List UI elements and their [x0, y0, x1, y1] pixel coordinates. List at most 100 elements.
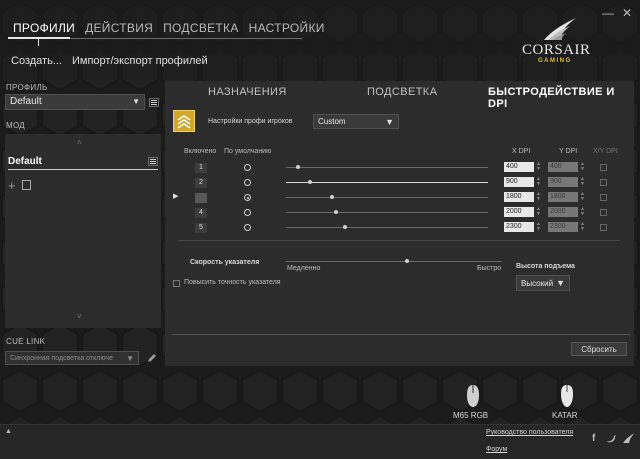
x-dpi-input[interactable]: 1800	[504, 192, 534, 202]
minimize-icon[interactable]: —	[602, 6, 614, 20]
close-icon[interactable]: ✕	[622, 6, 632, 20]
divider	[178, 240, 620, 241]
xy-dpi-checkbox[interactable]	[600, 224, 607, 231]
lift-height-value: Высокий	[521, 279, 554, 288]
dpi-slider-track[interactable]	[286, 197, 488, 198]
pointer-speed-min-label: Медленно	[287, 265, 321, 272]
xy-dpi-checkbox[interactable]	[600, 209, 607, 216]
add-mode-icon[interactable]: +	[8, 178, 16, 193]
cue-link-select[interactable]: Синхронная подсветка отключе ▼	[5, 351, 139, 365]
dpi-slider-track[interactable]	[286, 182, 488, 183]
pointer-speed-max-label: Быстро	[477, 265, 502, 272]
col-default-header: По умолчанию	[224, 148, 272, 155]
col-xdpi-header: X DPI	[512, 148, 531, 155]
corsair-sails-icon[interactable]	[622, 432, 636, 444]
subtab-performance-dpi[interactable]: БЫСТРОДЕЙСТВИЕ И DPI	[488, 86, 634, 110]
profile-select[interactable]: Default ▼	[5, 94, 145, 110]
dpi-slider-track[interactable]	[286, 212, 488, 213]
mode-item-underline	[8, 169, 158, 170]
dpi-slider-track[interactable]	[286, 167, 488, 168]
facebook-icon[interactable]: f	[592, 433, 595, 444]
xy-dpi-checkbox[interactable]	[600, 194, 607, 201]
active-tab-pointer	[38, 38, 39, 46]
x-dpi-stepper-icon[interactable]: ▲ ▼	[536, 162, 541, 172]
xy-dpi-checkbox[interactable]	[600, 179, 607, 186]
gamer-settings-select[interactable]: Custom ▼	[313, 114, 399, 129]
enhance-precision-checkbox[interactable]	[173, 280, 180, 287]
dpi-stage-number: 3	[195, 193, 207, 203]
tab-profiles[interactable]: ПРОФИЛИ	[8, 19, 81, 39]
cue-link-label: CUE LINK	[6, 337, 46, 346]
device-katar-label: KATAR	[552, 411, 578, 420]
x-dpi-stepper-icon[interactable]: ▲ ▼	[536, 207, 541, 217]
active-stage-arrow-icon: ▶	[173, 193, 179, 200]
tab-actions[interactable]: ДЕЙСТВИЯ	[80, 19, 158, 39]
x-dpi-input[interactable]: 2300	[504, 222, 534, 232]
col-enabled-header: Включено	[184, 148, 217, 155]
x-dpi-stepper-icon[interactable]: ▲ ▼	[536, 222, 541, 232]
settings-subtabs: НАЗНАЧЕНИЯ ПОДСВЕТКА БЫСТРОДЕЙСТВИЕ И DP…	[165, 86, 634, 110]
chevron-down-icon: ▼	[132, 97, 140, 106]
corsair-sails-logo-icon	[544, 18, 576, 40]
dpi-default-radio[interactable]	[244, 194, 251, 201]
dpi-default-radio[interactable]	[244, 164, 251, 171]
x-dpi-stepper-icon[interactable]: ▲ ▼	[536, 177, 541, 187]
scroll-down-icon[interactable]: ˅	[77, 312, 82, 321]
x-dpi-stepper-icon[interactable]: ▲ ▼	[536, 192, 541, 202]
mouse-m65-icon[interactable]	[466, 384, 480, 408]
y-dpi-input[interactable]: 1800	[548, 192, 578, 202]
pencil-icon[interactable]	[146, 352, 158, 364]
pointer-speed-slider-track[interactable]	[286, 261, 502, 262]
y-dpi-stepper-icon[interactable]: ▲ ▼	[580, 207, 585, 217]
profile-select-value: Default	[10, 96, 42, 107]
y-dpi-stepper-icon[interactable]: ▲ ▼	[580, 222, 585, 232]
y-dpi-input[interactable]: 2300	[548, 222, 578, 232]
expand-up-icon[interactable]: ▲	[5, 428, 12, 435]
chevron-down-icon: ▼	[385, 117, 394, 127]
mouse-katar-icon[interactable]	[560, 384, 574, 408]
forum-link[interactable]: Форум	[486, 446, 507, 453]
gamer-settings-label: Настройки профи игроков	[208, 118, 293, 125]
y-dpi-input[interactable]: 400	[548, 162, 578, 172]
profile-label: ПРОФИЛЬ	[6, 83, 48, 92]
divider	[172, 334, 630, 335]
lift-height-select[interactable]: Высокий ▼	[516, 275, 570, 291]
active-tab-indicator	[8, 37, 70, 39]
user-manual-link[interactable]: Руководство пользователя	[486, 429, 573, 436]
tab-settings[interactable]: НАСТРОЙКИ	[244, 19, 330, 39]
dpi-slider-knob[interactable]	[342, 225, 347, 229]
dpi-stage-number: 5	[195, 223, 207, 233]
gamer-chevrons-icon	[173, 110, 195, 132]
import-export-link[interactable]: Импорт/экспорт профилей	[72, 55, 208, 67]
y-dpi-input[interactable]: 2000	[548, 207, 578, 217]
dpi-slider-track[interactable]	[286, 227, 488, 228]
x-dpi-input[interactable]: 400	[504, 162, 534, 172]
dpi-default-radio[interactable]	[244, 209, 251, 216]
lift-height-label: Высота подъема	[516, 263, 575, 270]
dpi-default-radio[interactable]	[244, 224, 251, 231]
subtab-lighting[interactable]: ПОДСВЕТКА	[367, 86, 437, 98]
tab-lighting[interactable]: ПОДСВЕТКА	[158, 19, 244, 39]
enhance-precision-label: Повысить точность указателя	[184, 279, 281, 286]
create-profile-link[interactable]: Создать...	[11, 55, 62, 67]
twitter-icon[interactable]	[606, 434, 617, 443]
mode-item-default[interactable]: Default	[8, 156, 42, 167]
pointer-speed-label: Скорость указателя	[190, 259, 260, 266]
dpi-default-radio[interactable]	[244, 179, 251, 186]
scroll-up-icon[interactable]: ˄	[77, 138, 82, 147]
xy-dpi-checkbox[interactable]	[600, 164, 607, 171]
corsair-logo-text: CORSAIR	[522, 42, 591, 58]
reset-button[interactable]: Сбросить	[571, 342, 627, 356]
y-dpi-stepper-icon[interactable]: ▲ ▼	[580, 192, 585, 202]
y-dpi-input[interactable]: 900	[548, 177, 578, 187]
subtab-assignments[interactable]: НАЗНАЧЕНИЯ	[208, 86, 287, 98]
x-dpi-input[interactable]: 900	[504, 177, 534, 187]
y-dpi-stepper-icon[interactable]: ▲ ▼	[580, 177, 585, 187]
x-dpi-input[interactable]: 2000	[504, 207, 534, 217]
mode-menu-icon[interactable]	[148, 157, 158, 166]
y-dpi-stepper-icon[interactable]: ▲ ▼	[580, 162, 585, 172]
dpi-stage-number: 1	[195, 163, 207, 173]
duplicate-mode-icon[interactable]	[22, 180, 31, 190]
pointer-speed-slider-knob[interactable]	[404, 259, 409, 263]
profile-menu-icon[interactable]	[149, 98, 159, 107]
